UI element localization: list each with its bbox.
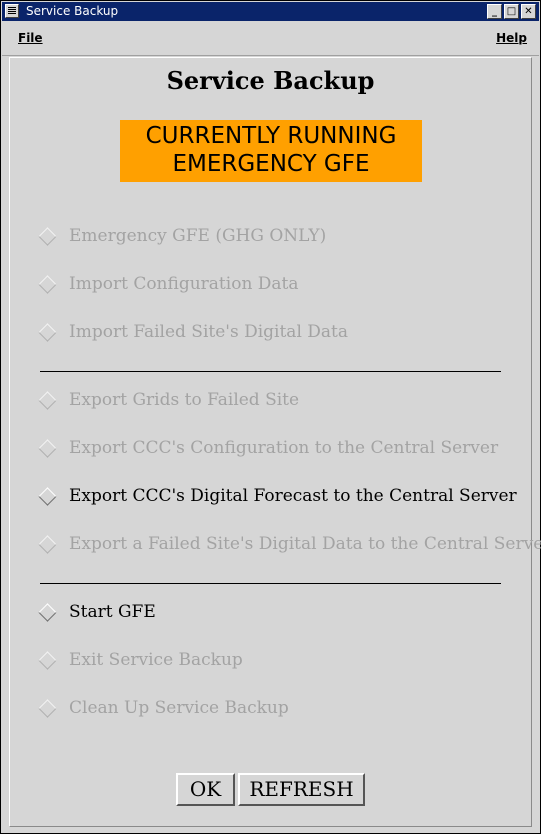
window-menu-icon[interactable] bbox=[5, 4, 19, 18]
title-bar[interactable]: Service Backup _ □ ✕ bbox=[2, 2, 539, 21]
window-title: Service Backup bbox=[26, 4, 119, 18]
menu-file[interactable]: File bbox=[18, 31, 43, 45]
maximize-button[interactable]: □ bbox=[504, 4, 519, 19]
ok-button[interactable]: OK bbox=[176, 773, 235, 806]
option-label: Clean Up Service Backup bbox=[69, 698, 289, 718]
separator bbox=[40, 583, 501, 584]
close-button[interactable]: ✕ bbox=[521, 4, 536, 19]
separator bbox=[40, 371, 501, 372]
option-label: Export CCC's Configuration to the Centra… bbox=[69, 438, 499, 458]
option-label: Export a Failed Site's Digital Data to t… bbox=[69, 534, 541, 554]
minimize-button[interactable]: _ bbox=[487, 4, 502, 19]
menu-bar: File Help bbox=[2, 22, 539, 56]
option-label: Start GFE bbox=[69, 602, 156, 622]
page-title: Service Backup bbox=[166, 66, 375, 95]
status-banner: CURRENTLY RUNNING EMERGENCY GFE bbox=[120, 120, 422, 182]
option-label: Import Failed Site's Digital Data bbox=[69, 322, 349, 342]
option-label: Emergency GFE (GHG ONLY) bbox=[69, 226, 327, 246]
menu-help[interactable]: Help bbox=[496, 31, 527, 45]
option-label: Export Grids to Failed Site bbox=[69, 390, 300, 410]
option-label: Exit Service Backup bbox=[69, 650, 243, 670]
status-line-2: EMERGENCY GFE bbox=[172, 151, 370, 177]
option-label: Export CCC's Digital Forecast to the Cen… bbox=[69, 486, 517, 506]
option-label: Import Configuration Data bbox=[69, 274, 299, 294]
status-line-1: CURRENTLY RUNNING bbox=[145, 123, 397, 149]
refresh-button[interactable]: REFRESH bbox=[238, 773, 365, 806]
